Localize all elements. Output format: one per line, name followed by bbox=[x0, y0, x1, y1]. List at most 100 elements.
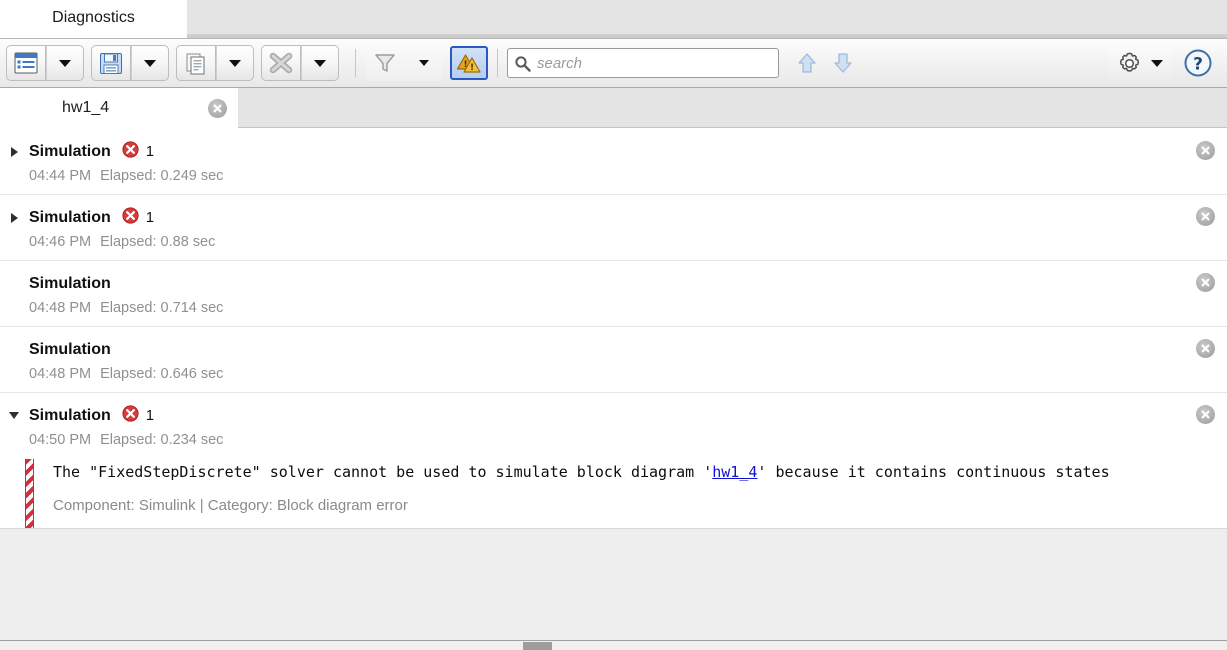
filter-button[interactable] bbox=[365, 45, 405, 81]
row-subtitle: 04:46 PM Elapsed: 0.88 sec bbox=[29, 234, 1227, 250]
row-close-icon[interactable] bbox=[1196, 207, 1215, 226]
row-elapsed: Elapsed: 0.234 sec bbox=[100, 432, 223, 448]
search-icon bbox=[514, 55, 531, 72]
row-time: 04:48 PM bbox=[29, 366, 91, 382]
table-row[interactable]: Simulation 1 04:50 PM Elapsed: 0.234 sec bbox=[0, 393, 1227, 528]
document-tab-label: hw1_4 bbox=[62, 99, 109, 117]
row-elapsed: Elapsed: 0.646 sec bbox=[100, 366, 223, 382]
settings-dropdown-chevron-down-icon[interactable] bbox=[1151, 60, 1163, 67]
toolbar-right-group: ? bbox=[1109, 47, 1227, 80]
row-close-icon[interactable] bbox=[1196, 141, 1215, 160]
row-close-icon[interactable] bbox=[1196, 273, 1215, 292]
search-input[interactable] bbox=[537, 50, 762, 76]
search-box[interactable] bbox=[507, 48, 779, 78]
help-question-icon[interactable]: ? bbox=[1183, 48, 1213, 78]
error-circle-icon bbox=[122, 405, 139, 427]
row-elapsed: Elapsed: 0.249 sec bbox=[100, 168, 223, 184]
filter-split-button bbox=[365, 45, 443, 81]
row-close-icon[interactable] bbox=[1196, 405, 1215, 424]
document-tab-close-icon[interactable] bbox=[208, 99, 227, 118]
status-badge: 1 bbox=[122, 141, 154, 163]
clear-button[interactable] bbox=[261, 45, 301, 81]
table-row[interactable]: Simulation 1 04:44 PMElapsed: 0. bbox=[0, 129, 1227, 195]
row-time: 04:46 PM bbox=[29, 234, 91, 250]
row-header[interactable]: Simulation bbox=[0, 272, 1227, 295]
up-arrow-icon[interactable] bbox=[797, 52, 817, 74]
row-time: 04:48 PM bbox=[29, 300, 91, 316]
row-elapsed: Elapsed: 0.88 sec bbox=[100, 234, 215, 250]
view-settings-split-button bbox=[6, 45, 84, 81]
block-diagram-link[interactable]: hw1_4 bbox=[712, 463, 757, 481]
window-tab-label: Diagnostics bbox=[52, 9, 135, 29]
warnings-errors-toggle[interactable]: ! ! bbox=[450, 46, 488, 80]
row-header[interactable]: Simulation bbox=[0, 338, 1227, 361]
copy-split-button bbox=[176, 45, 254, 81]
error-message-part2: ' because it contains continuous states bbox=[757, 463, 1109, 481]
error-circle-icon bbox=[122, 207, 139, 229]
chevron-right-icon bbox=[11, 213, 18, 223]
chevron-down-icon bbox=[419, 60, 429, 66]
down-arrow-icon[interactable] bbox=[833, 52, 853, 74]
row-subtitle: 04:48 PM Elapsed: 0.714 sec bbox=[29, 300, 1227, 316]
document-tab-strip: hw1_4 bbox=[0, 88, 1227, 128]
settings-split-button bbox=[1109, 47, 1171, 80]
expand-collapse-toggle[interactable] bbox=[5, 147, 23, 157]
svg-text:!: ! bbox=[470, 63, 474, 73]
save-button[interactable] bbox=[91, 45, 131, 81]
document-tab-hw1_4[interactable]: hw1_4 bbox=[0, 88, 238, 128]
clear-dropdown[interactable] bbox=[301, 45, 339, 81]
horizontal-scrollbar[interactable] bbox=[0, 640, 1227, 650]
warning-triangles-icon: ! ! bbox=[457, 52, 481, 74]
error-count: 1 bbox=[146, 209, 154, 226]
toolbar: ! ! bbox=[0, 38, 1227, 88]
window-tab-strip: Diagnostics bbox=[0, 0, 1227, 38]
funnel-icon bbox=[374, 52, 396, 74]
diagnostic-viewer-window: Diagnostics bbox=[0, 0, 1227, 650]
row-subtitle: 04:44 PMElapsed: 0.249 sec bbox=[29, 168, 1227, 184]
error-count: 1 bbox=[146, 407, 154, 424]
copy-dropdown[interactable] bbox=[216, 45, 254, 81]
chevron-down-icon bbox=[144, 60, 156, 67]
window-tab-diagnostics[interactable]: Diagnostics bbox=[0, 0, 187, 38]
horizontal-scrollbar-thumb[interactable] bbox=[523, 642, 552, 650]
view-settings-dropdown[interactable] bbox=[46, 45, 84, 81]
clear-x-icon bbox=[268, 51, 294, 75]
copy-pages-icon bbox=[184, 52, 208, 75]
gear-icon[interactable] bbox=[1117, 51, 1142, 76]
row-time: 04:50 PM bbox=[29, 432, 91, 448]
status-badge: 1 bbox=[122, 405, 154, 427]
table-row[interactable]: Simulation 1 04:46 PM Elapsed: 0.88 sec bbox=[0, 195, 1227, 261]
floppy-disk-icon bbox=[99, 52, 123, 75]
row-header[interactable]: Simulation 1 bbox=[0, 404, 1227, 427]
expand-collapse-toggle[interactable] bbox=[5, 412, 23, 419]
table-row[interactable]: Simulation 04:48 PM Elapsed: 0.646 sec bbox=[0, 327, 1227, 393]
copy-button[interactable] bbox=[176, 45, 216, 81]
row-header[interactable]: Simulation 1 bbox=[0, 140, 1227, 163]
error-detail: The "FixedStepDiscrete" solver cannot be… bbox=[25, 459, 1227, 528]
error-meta: Component: Simulink | Category: Block di… bbox=[53, 497, 1227, 514]
save-dropdown[interactable] bbox=[131, 45, 169, 81]
table-row[interactable]: Simulation 04:48 PM Elapsed: 0.714 sec bbox=[0, 261, 1227, 327]
row-close-icon[interactable] bbox=[1196, 339, 1215, 358]
filter-dropdown[interactable] bbox=[405, 45, 443, 81]
row-subtitle: 04:48 PM Elapsed: 0.646 sec bbox=[29, 366, 1227, 382]
view-settings-button[interactable] bbox=[6, 45, 46, 81]
list-view-icon bbox=[14, 52, 38, 74]
expand-collapse-toggle[interactable] bbox=[5, 213, 23, 223]
row-elapsed: Elapsed: 0.714 sec bbox=[100, 300, 223, 316]
row-title: Simulation bbox=[29, 143, 111, 161]
row-title: Simulation bbox=[29, 341, 111, 359]
row-title: Simulation bbox=[29, 209, 111, 227]
save-split-button bbox=[91, 45, 169, 81]
status-badge: 1 bbox=[122, 207, 154, 229]
error-message-part1: The "FixedStepDiscrete" solver cannot be… bbox=[53, 463, 712, 481]
row-header[interactable]: Simulation 1 bbox=[0, 206, 1227, 229]
toolbar-divider-2 bbox=[497, 49, 498, 77]
row-subtitle: 04:50 PM Elapsed: 0.234 sec bbox=[29, 432, 1227, 448]
chevron-right-icon bbox=[11, 147, 18, 157]
diagnostics-list[interactable]: Simulation 1 04:44 PMElapsed: 0. bbox=[0, 129, 1227, 528]
chevron-down-icon bbox=[314, 60, 326, 67]
chevron-down-icon bbox=[229, 60, 241, 67]
svg-text:?: ? bbox=[1193, 55, 1203, 75]
chevron-down-icon bbox=[59, 60, 71, 67]
